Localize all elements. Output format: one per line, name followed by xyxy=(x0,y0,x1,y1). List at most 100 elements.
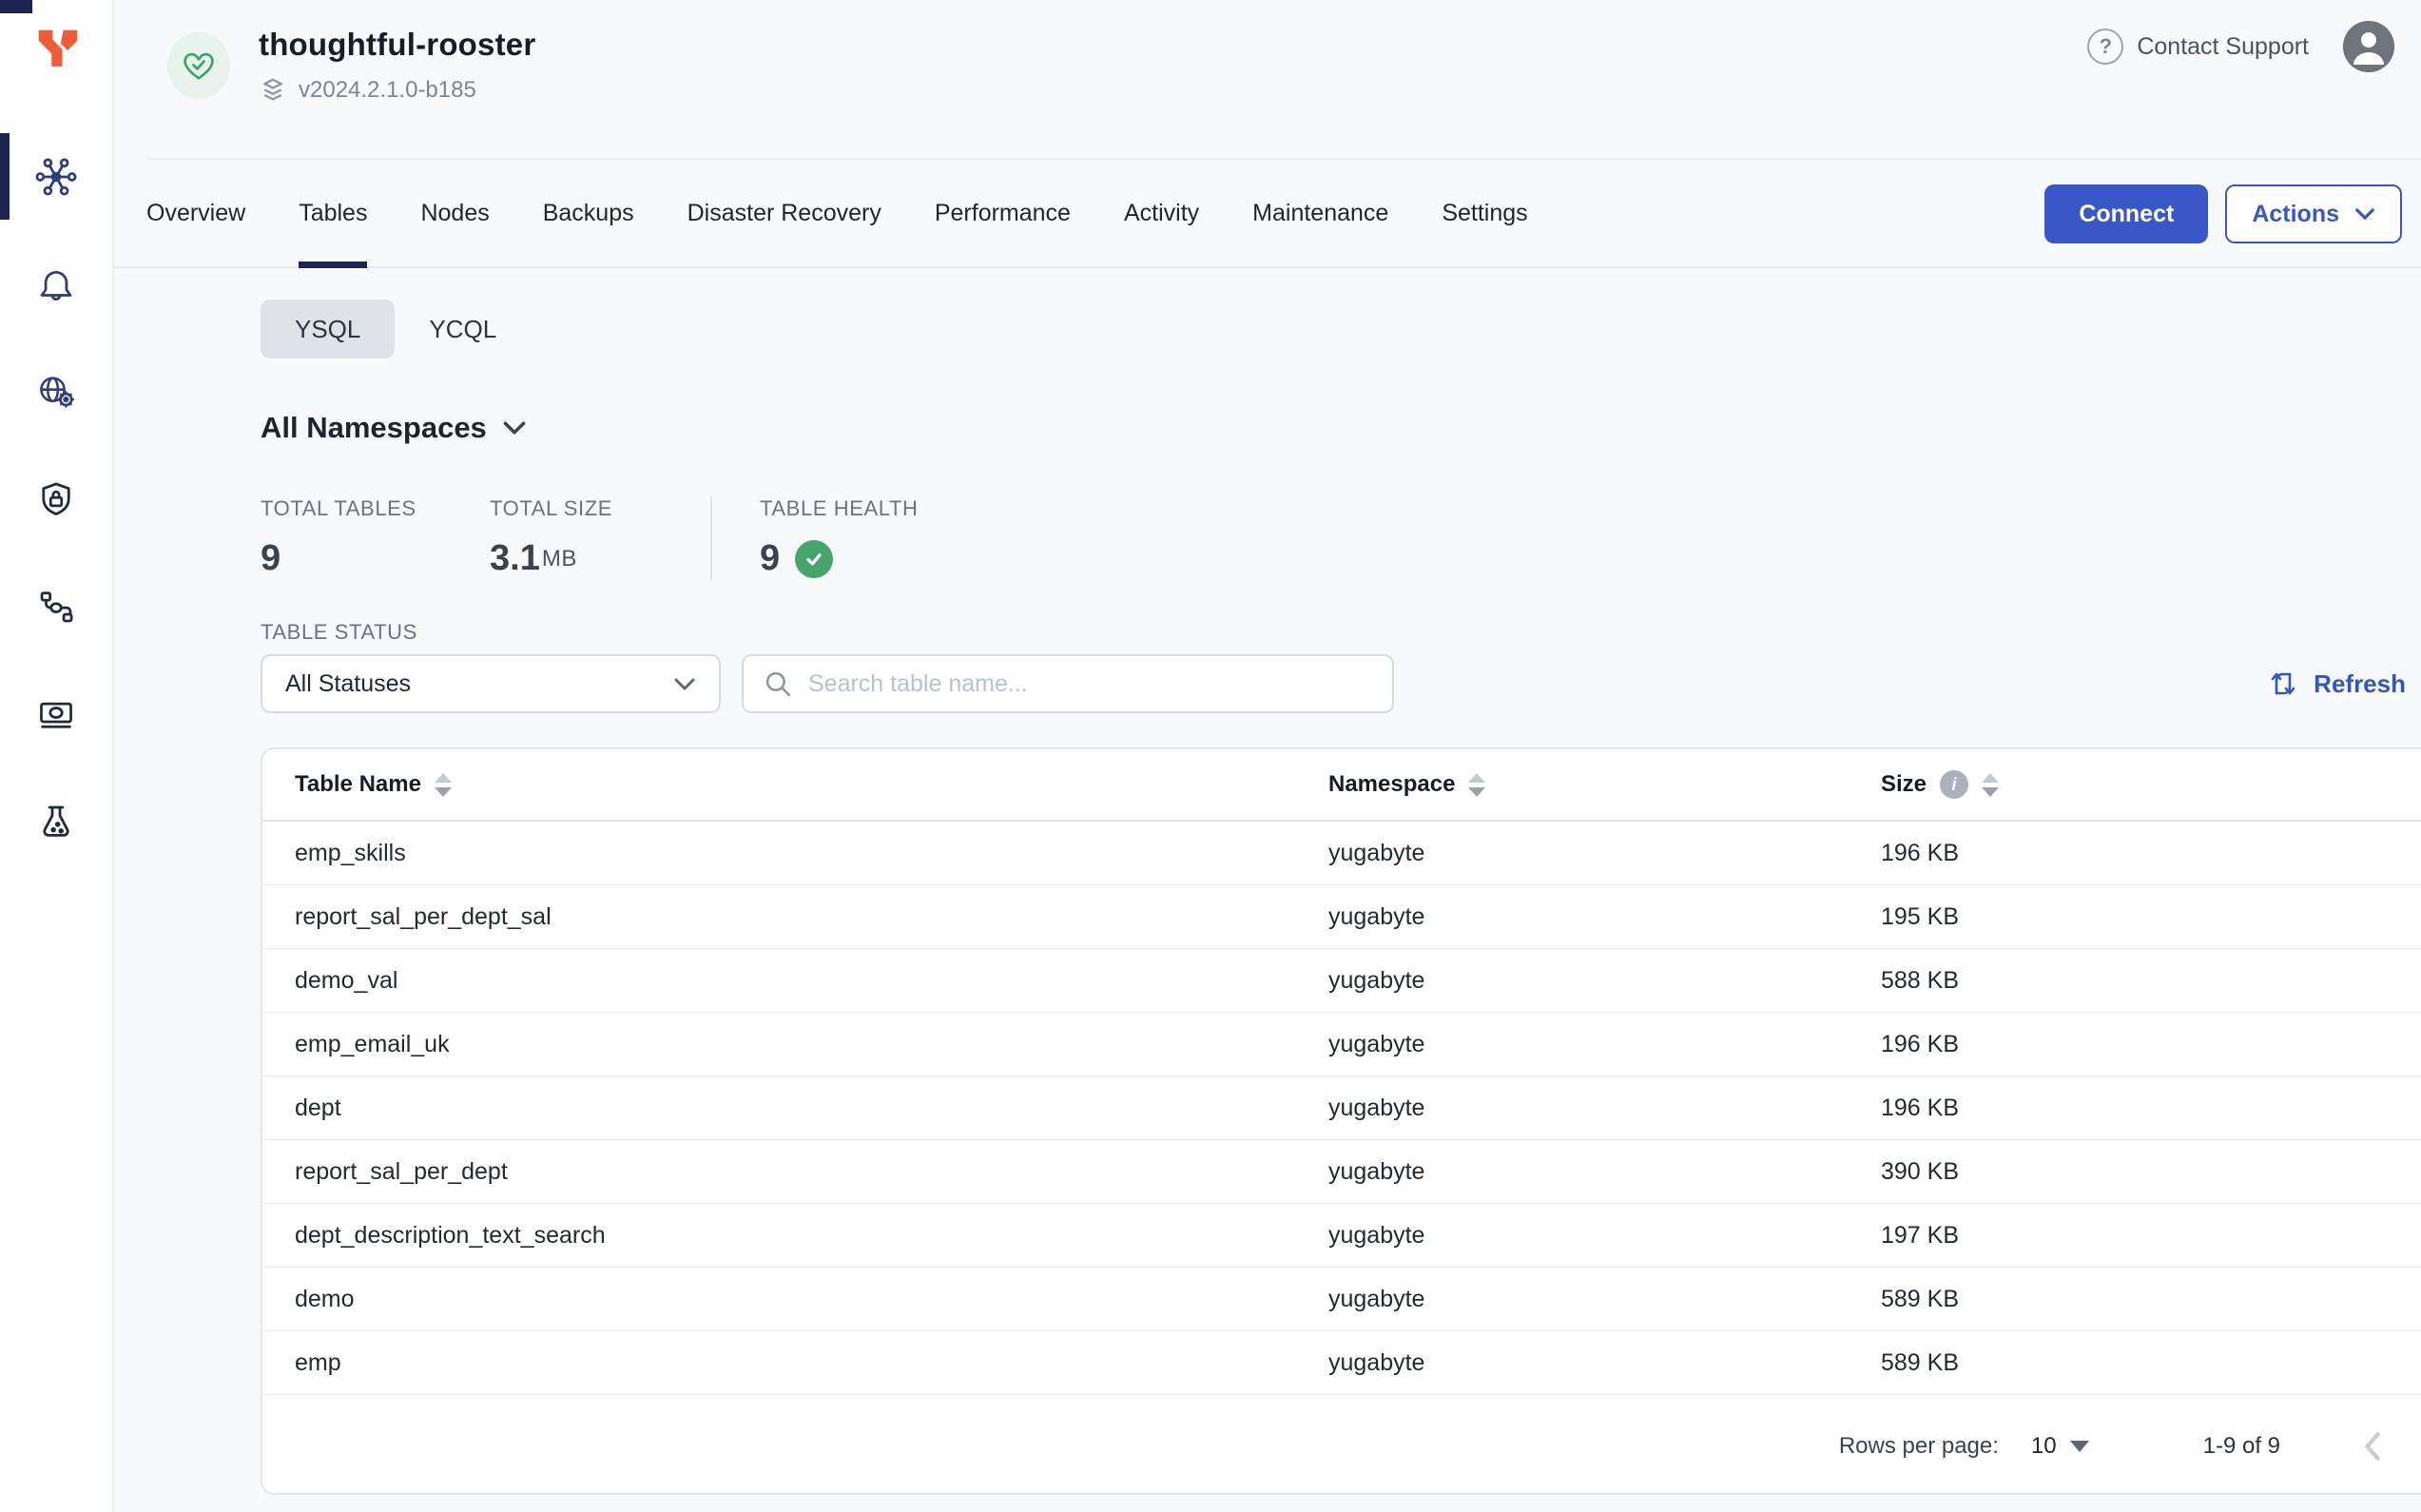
rows-per-page-value: 10 xyxy=(2031,1433,2057,1460)
sidebar-item-security[interactable] xyxy=(0,445,112,552)
total-size-unit: MB xyxy=(542,546,577,572)
sidebar-item-billing[interactable] xyxy=(0,660,112,767)
search-input[interactable] xyxy=(808,670,1373,698)
tables-panel: YSQL YCQL All Namespaces TOTAL TABLES 9 … xyxy=(261,268,2406,1495)
cell-table-name: demo_val xyxy=(295,967,1328,995)
cell-table-name: emp_email_uk xyxy=(295,1031,1328,1058)
refresh-icon xyxy=(2266,667,2300,701)
table-row[interactable]: dept_description_text_search yugabyte 19… xyxy=(262,1204,2421,1268)
total-size-label: TOTAL SIZE xyxy=(490,496,680,521)
cluster-tabs-bar: Overview Tables Nodes Backups Disaster R… xyxy=(114,160,2421,268)
cell-size: 589 KB xyxy=(1881,1349,2413,1377)
cell-table-name: dept xyxy=(295,1095,1328,1122)
cell-table-name: emp xyxy=(295,1349,1328,1377)
status-select-value: All Statuses xyxy=(285,670,411,698)
pagination-range: 1-9 of 9 xyxy=(2203,1433,2280,1460)
cell-table-name: report_sal_per_dept_sal xyxy=(295,903,1328,931)
table-health-label: TABLE HEALTH xyxy=(760,496,919,521)
rows-per-page-select[interactable]: 10 xyxy=(2031,1433,2089,1460)
workflow-icon xyxy=(34,585,78,629)
cell-size: 195 KB xyxy=(1881,903,2413,931)
table-row[interactable]: emp_email_uk yugabyte 196 KB xyxy=(262,1013,2421,1076)
total-tables-value: 9 xyxy=(261,538,490,579)
cluster-health-heart-icon xyxy=(167,32,230,99)
sort-table-name[interactable] xyxy=(435,773,452,797)
col-namespace: Namespace xyxy=(1328,771,1455,798)
table-row[interactable]: dept yugabyte 196 KB xyxy=(262,1076,2421,1140)
actions-button[interactable]: Actions xyxy=(2225,184,2402,243)
chevron-down-icon xyxy=(502,420,527,436)
table-row[interactable]: demo yugabyte 589 KB xyxy=(262,1268,2421,1331)
sidebar-nav xyxy=(0,123,112,875)
toggle-ycql[interactable]: YCQL xyxy=(395,300,531,359)
header: thoughtful-rooster v2024.2.1.0-b185 ? Co… xyxy=(114,0,2421,158)
tab-disaster-recovery[interactable]: Disaster Recovery xyxy=(688,160,881,266)
connect-button[interactable]: Connect xyxy=(2044,184,2208,243)
contact-support-link[interactable]: ? Contact Support xyxy=(2087,29,2309,65)
total-size-value: 3.1 xyxy=(490,538,540,579)
shield-lock-icon xyxy=(34,477,78,521)
cell-size: 589 KB xyxy=(1881,1286,2413,1313)
tab-performance[interactable]: Performance xyxy=(935,160,1071,266)
sidebar-item-labs[interactable] xyxy=(0,767,112,875)
table-status-label: TABLE STATUS xyxy=(261,620,2406,645)
yugabyte-logo-icon[interactable] xyxy=(32,25,84,76)
tab-activity[interactable]: Activity xyxy=(1124,160,1199,266)
chevron-down-icon xyxy=(2354,207,2375,221)
tab-tables[interactable]: Tables xyxy=(299,160,367,266)
tab-overview[interactable]: Overview xyxy=(146,160,245,266)
flask-icon xyxy=(34,800,78,843)
cell-namespace: yugabyte xyxy=(1328,1286,1881,1313)
table-row[interactable]: demo_val yugabyte 588 KB xyxy=(262,949,2421,1013)
cell-namespace: yugabyte xyxy=(1328,967,1881,995)
toggle-ysql[interactable]: YSQL xyxy=(261,300,395,359)
cell-size: 197 KB xyxy=(1881,1222,2413,1250)
cell-namespace: yugabyte xyxy=(1328,1222,1881,1250)
cell-size: 196 KB xyxy=(1881,840,2413,867)
table-row[interactable]: report_sal_per_dept yugabyte 390 KB xyxy=(262,1140,2421,1204)
cell-table-name: report_sal_per_dept xyxy=(295,1158,1328,1186)
total-tables-label: TOTAL TABLES xyxy=(261,496,490,521)
tab-settings[interactable]: Settings xyxy=(1442,160,1527,266)
table-row[interactable]: emp yugabyte 589 KB xyxy=(262,1331,2421,1395)
sidebar-item-automation[interactable] xyxy=(0,552,112,660)
corner-accent xyxy=(0,0,32,13)
cell-namespace: yugabyte xyxy=(1328,1158,1881,1186)
cell-table-name: demo xyxy=(295,1286,1328,1313)
cluster-network-icon xyxy=(34,155,78,199)
previous-page-button[interactable] xyxy=(2362,1430,2383,1463)
stats-divider xyxy=(710,496,712,580)
refresh-button[interactable]: Refresh xyxy=(2266,667,2406,701)
sidebar-item-alerts[interactable] xyxy=(0,230,112,338)
size-info-icon[interactable]: i xyxy=(1940,770,1968,799)
cell-table-name: emp_skills xyxy=(295,840,1328,867)
cell-namespace: yugabyte xyxy=(1328,840,1881,867)
cell-table-name: dept_description_text_search xyxy=(295,1222,1328,1250)
api-type-toggle: YSQL YCQL xyxy=(261,300,2406,359)
cell-namespace: yugabyte xyxy=(1328,1349,1881,1377)
table-row[interactable]: report_sal_per_dept_sal yugabyte 195 KB xyxy=(262,885,2421,949)
tab-backups[interactable]: Backups xyxy=(543,160,634,266)
table-header-row: Table Name Namespace Size i xyxy=(262,749,2421,822)
cell-size: 196 KB xyxy=(1881,1031,2413,1058)
cell-size: 588 KB xyxy=(1881,967,2413,995)
pagination: Rows per page: 10 1-9 of 9 xyxy=(262,1395,2421,1495)
tab-nodes[interactable]: Nodes xyxy=(420,160,489,266)
tables-card: Table Name Namespace Size i emp_skills y… xyxy=(261,747,2421,1495)
bell-icon xyxy=(34,262,78,306)
search-icon xyxy=(763,669,793,699)
status-select[interactable]: All Statuses xyxy=(261,654,721,713)
sort-size[interactable] xyxy=(1982,773,1999,797)
sidebar-item-clusters[interactable] xyxy=(0,123,112,230)
health-check-icon xyxy=(795,540,833,578)
filter-row: All Statuses Refresh xyxy=(261,654,2406,713)
table-row[interactable]: emp_skills yugabyte 196 KB xyxy=(262,822,2421,885)
sort-namespace[interactable] xyxy=(1468,773,1485,797)
tab-maintenance[interactable]: Maintenance xyxy=(1252,160,1388,266)
sidebar-item-regions[interactable] xyxy=(0,338,112,445)
cell-namespace: yugabyte xyxy=(1328,1031,1881,1058)
dropdown-arrow-icon xyxy=(2070,1441,2089,1452)
namespace-selector[interactable]: All Namespaces xyxy=(261,411,2406,445)
cluster-name: thoughtful-rooster xyxy=(259,27,535,63)
user-avatar[interactable] xyxy=(2343,21,2394,72)
